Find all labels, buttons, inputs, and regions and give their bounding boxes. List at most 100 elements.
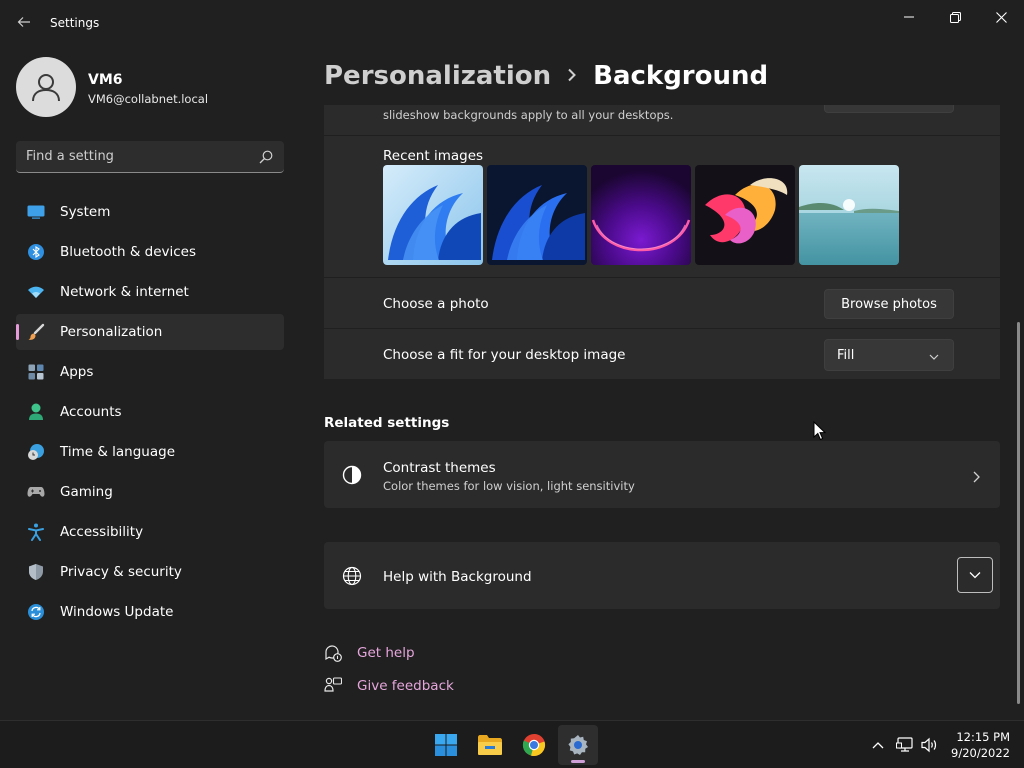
sidebar-nav: System Bluetooth & devices Network & int… — [16, 194, 284, 634]
sidebar-item-label: Bluetooth & devices — [60, 244, 197, 260]
recent-images-label: Recent images — [383, 148, 484, 164]
title-bar: Settings — [0, 0, 1024, 48]
user-icon — [32, 74, 60, 102]
breadcrumb: Personalization Background — [324, 58, 768, 94]
help-background-title: Help with Background — [383, 569, 532, 585]
sidebar-item-label: Accessibility — [60, 524, 144, 540]
bluetooth-icon — [26, 242, 46, 262]
divider — [324, 135, 1000, 136]
search-icon[interactable] — [258, 149, 274, 165]
active-app-indicator — [571, 760, 585, 763]
sidebar-item-label: Privacy & security — [60, 564, 182, 580]
recent-image-thumbnail[interactable] — [383, 165, 483, 265]
recent-image-thumbnail[interactable] — [695, 165, 795, 265]
minimize-icon — [904, 16, 914, 18]
contrast-themes-title: Contrast themes — [383, 460, 496, 476]
search-input[interactable] — [26, 141, 246, 172]
background-settings-card: slideshow backgrounds apply to all your … — [324, 105, 1000, 278]
search-box[interactable] — [16, 141, 284, 173]
start-button[interactable] — [426, 725, 466, 765]
sidebar-item-accounts[interactable]: Accounts — [16, 394, 284, 430]
get-help-icon — [324, 644, 342, 666]
file-explorer-icon — [478, 735, 502, 755]
sidebar-item-time-language[interactable]: Time & language — [16, 434, 284, 470]
sidebar-item-gaming[interactable]: Gaming — [16, 474, 284, 510]
main-content: slideshow backgrounds apply to all your … — [324, 105, 1000, 710]
system-icon — [26, 202, 46, 222]
file-explorer-button[interactable] — [470, 725, 510, 765]
give-feedback-link[interactable]: Give feedback — [357, 678, 454, 694]
apps-icon — [26, 362, 46, 382]
mouse-cursor-icon — [813, 420, 827, 441]
shield-icon — [26, 562, 46, 582]
minimize-button[interactable] — [886, 4, 932, 30]
sidebar-item-label: Network & internet — [60, 284, 189, 300]
profile-name: VM6 — [88, 72, 123, 88]
network-tray-icon — [896, 737, 913, 752]
slideshow-note: slideshow backgrounds apply to all your … — [383, 108, 674, 122]
choose-fit-label: Choose a fit for your desktop image — [383, 347, 626, 363]
chevron-up-icon — [872, 742, 884, 749]
chrome-button[interactable] — [514, 725, 554, 765]
chrome-icon — [522, 733, 546, 757]
back-arrow-icon — [17, 17, 30, 27]
app-title: Settings — [50, 16, 100, 30]
sidebar-item-label: Accounts — [60, 404, 122, 420]
volume-tray-button[interactable] — [919, 735, 939, 755]
gaming-icon — [26, 482, 46, 502]
recent-image-thumbnail[interactable] — [591, 165, 691, 265]
sidebar-item-windows-update[interactable]: Windows Update — [16, 594, 284, 630]
recent-image-thumbnail[interactable] — [799, 165, 899, 265]
page-title: Background — [593, 61, 769, 91]
sidebar-item-personalization[interactable]: Personalization — [16, 314, 284, 350]
choose-fit-row: Choose a fit for your desktop image Fill — [324, 329, 1000, 379]
sidebar-item-bluetooth[interactable]: Bluetooth & devices — [16, 234, 284, 270]
chevron-down-icon — [929, 350, 939, 365]
settings-button[interactable] — [558, 725, 598, 765]
expand-button[interactable] — [957, 557, 993, 593]
close-icon — [995, 11, 1007, 23]
scrollbar[interactable] — [1017, 322, 1020, 704]
sidebar-item-privacy[interactable]: Privacy & security — [16, 554, 284, 590]
chevron-down-icon — [969, 572, 981, 579]
chevron-right-icon — [972, 468, 980, 487]
contrast-themes-card[interactable]: Contrast themes Color themes for low vis… — [324, 441, 1000, 508]
contrast-icon — [342, 465, 362, 489]
close-button[interactable] — [978, 4, 1024, 30]
clock-time: 12:15 PM — [956, 730, 1010, 744]
avatar[interactable] — [16, 57, 76, 117]
accounts-icon — [26, 402, 46, 422]
sidebar-item-label: Personalization — [60, 324, 163, 340]
start-icon — [435, 734, 457, 756]
partial-button[interactable] — [824, 105, 954, 113]
sidebar-item-system[interactable]: System — [16, 194, 284, 230]
show-hidden-icons-button[interactable] — [868, 735, 888, 755]
network-tray-button[interactable] — [895, 735, 915, 755]
fit-dropdown[interactable]: Fill — [824, 339, 954, 371]
sidebar-item-label: Time & language — [60, 444, 176, 460]
sidebar-item-label: System — [60, 204, 111, 220]
restore-button[interactable] — [932, 4, 978, 30]
sidebar-item-label: Windows Update — [60, 604, 174, 620]
sidebar-item-label: Apps — [60, 364, 94, 380]
fit-dropdown-value: Fill — [837, 347, 855, 363]
time-language-icon — [26, 442, 46, 462]
clock-date: 9/20/2022 — [951, 746, 1010, 760]
breadcrumb-parent[interactable]: Personalization — [324, 61, 551, 91]
sidebar-item-accessibility[interactable]: Accessibility — [16, 514, 284, 550]
recent-image-thumbnail[interactable] — [487, 165, 587, 265]
related-settings-title: Related settings — [324, 415, 450, 431]
help-background-card[interactable]: Help with Background — [324, 542, 1000, 609]
sidebar-item-label: Gaming — [60, 484, 113, 500]
browse-photos-button[interactable]: Browse photos — [824, 289, 954, 319]
back-button[interactable] — [12, 12, 36, 36]
settings-icon — [568, 735, 588, 755]
taskbar-clock[interactable]: 12:15 PM 9/20/2022 — [951, 729, 1010, 761]
chevron-right-icon — [567, 66, 577, 87]
restore-icon — [949, 11, 961, 23]
profile-email: VM6@collabnet.local — [88, 92, 209, 106]
taskbar: 12:15 PM 9/20/2022 — [0, 720, 1024, 768]
sidebar-item-apps[interactable]: Apps — [16, 354, 284, 390]
get-help-link[interactable]: Get help — [357, 645, 415, 661]
sidebar-item-network[interactable]: Network & internet — [16, 274, 284, 310]
